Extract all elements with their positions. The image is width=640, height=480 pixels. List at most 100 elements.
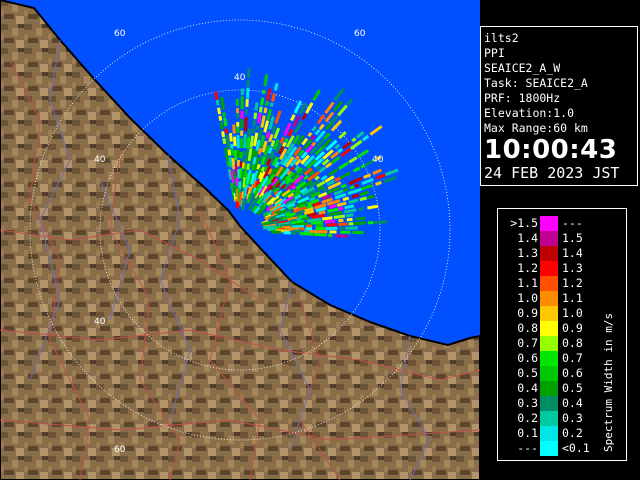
echo-segment [229, 132, 233, 142]
echo-segment [214, 91, 219, 100]
legend-lower-value: 1.2 [517, 261, 538, 275]
legend-row: 1.2 1.3 [498, 261, 626, 276]
legend-upper-value: --- [562, 216, 583, 230]
echo-segment [219, 121, 224, 130]
legend-upper-value: 1.5 [562, 231, 583, 245]
legend-swatch [540, 306, 558, 321]
echo-segment [328, 204, 337, 209]
ring-label: 40 [94, 317, 106, 327]
legend-upper-value: 1.3 [562, 261, 583, 275]
echo-segment [222, 137, 227, 145]
echo-segment [260, 97, 265, 106]
legend-upper-value: <0.1 [562, 441, 590, 455]
echo-segment [354, 183, 360, 188]
echo-segment [309, 196, 316, 202]
echo-segment [244, 149, 250, 163]
echo-segment [307, 212, 317, 218]
echo-segment [223, 117, 228, 127]
legend-upper-value: 1.0 [562, 306, 583, 320]
echo-segment [228, 156, 233, 168]
echo-segment [315, 165, 322, 171]
echo-segment [251, 148, 256, 158]
echo-segment [307, 217, 322, 223]
ring-label: 40 [234, 73, 246, 83]
legend-lower-value: 0.6 [517, 351, 538, 365]
legend-swatch [540, 441, 558, 456]
legend-upper-value: 0.2 [562, 426, 583, 440]
legend-lower-value: 0.7 [517, 336, 538, 350]
echo-segment [296, 217, 302, 222]
scan-time: 10:00:43 [484, 135, 618, 165]
echo-segment [342, 196, 350, 202]
echo-segment [247, 128, 252, 137]
color-legend: >1.5 --- 1.4 1.5 1.3 1.4 1.2 1.3 1.1 1.2 1.0 1.1 0.9… [497, 208, 627, 461]
legend-swatch [540, 321, 558, 336]
legend-lower-value: 1.4 [517, 231, 538, 245]
echo-segment [230, 148, 235, 156]
echo-segment [251, 164, 256, 171]
echo-segment [257, 147, 263, 155]
legend-upper-value: 1.1 [562, 291, 583, 305]
echo-segment [264, 100, 269, 107]
ring-label: 60 [354, 29, 366, 39]
legend-title: Spectrum Width in m/s [602, 312, 615, 452]
legend-swatch [540, 426, 558, 441]
echo-segment [252, 119, 257, 127]
legend-lower-value: 1.0 [517, 291, 538, 305]
echo-segment [326, 223, 338, 227]
legend-lower-value: 0.8 [517, 321, 538, 335]
legend-lower-value: 0.3 [517, 396, 538, 410]
echo-segment [294, 154, 300, 161]
echo-segment [291, 224, 305, 229]
legend-lower-value: 0.4 [517, 381, 538, 395]
legend-lower-value: --- [517, 441, 538, 455]
echo-segment [221, 131, 226, 138]
echo-segment [231, 157, 236, 170]
scan-date: 24 FEB 2023 JST [484, 164, 620, 182]
legend-swatch [540, 216, 558, 231]
echo-segment [284, 137, 289, 143]
legend-row: >1.5 --- [498, 216, 626, 231]
echo-segment [265, 131, 271, 139]
echo-segment [374, 220, 388, 224]
echo-segment [257, 129, 263, 141]
scan-name: SEAICE2_A_W [484, 61, 561, 75]
echo-segment [290, 166, 296, 172]
echo-segment [338, 222, 348, 226]
echo-segment [251, 128, 256, 134]
echo-segment [225, 134, 231, 149]
legend-swatch [540, 231, 558, 246]
legend-lower-value: 0.9 [517, 306, 538, 320]
echo-segment [246, 137, 251, 150]
legend-swatch [540, 261, 558, 276]
legend-swatch [540, 396, 558, 411]
echo-segment [254, 150, 259, 157]
legend-swatch [540, 336, 558, 351]
echo-segment [246, 163, 251, 171]
echo-segment [338, 218, 344, 223]
echo-segment [349, 185, 355, 190]
echo-segment [298, 209, 305, 215]
echo-segment [249, 135, 255, 148]
radar-ppi-map: 60 40 40 40 40 60 60 [0, 0, 480, 480]
legend-row: 1.1 1.2 [498, 276, 626, 291]
echo-segment [313, 232, 327, 237]
legend-swatch [540, 366, 558, 381]
ring-label: 40 [94, 155, 106, 165]
echo-segment [244, 117, 248, 132]
legend-upper-value: 1.2 [562, 276, 583, 290]
echo-segment [307, 131, 313, 138]
scan-type: PPI [484, 46, 505, 60]
echo-segment [263, 107, 268, 114]
legend-upper-value: 0.3 [562, 411, 583, 425]
echo-segment [299, 232, 314, 236]
echo-segment [258, 154, 264, 162]
echo-segment [245, 87, 250, 99]
legend-swatch [540, 291, 558, 306]
echo-segment [337, 206, 344, 211]
echo-segment [333, 214, 346, 219]
echo-segment [355, 216, 365, 221]
legend-upper-value: 0.4 [562, 396, 583, 410]
legend-upper-value: 0.8 [562, 336, 583, 350]
echo-segment [247, 148, 253, 162]
